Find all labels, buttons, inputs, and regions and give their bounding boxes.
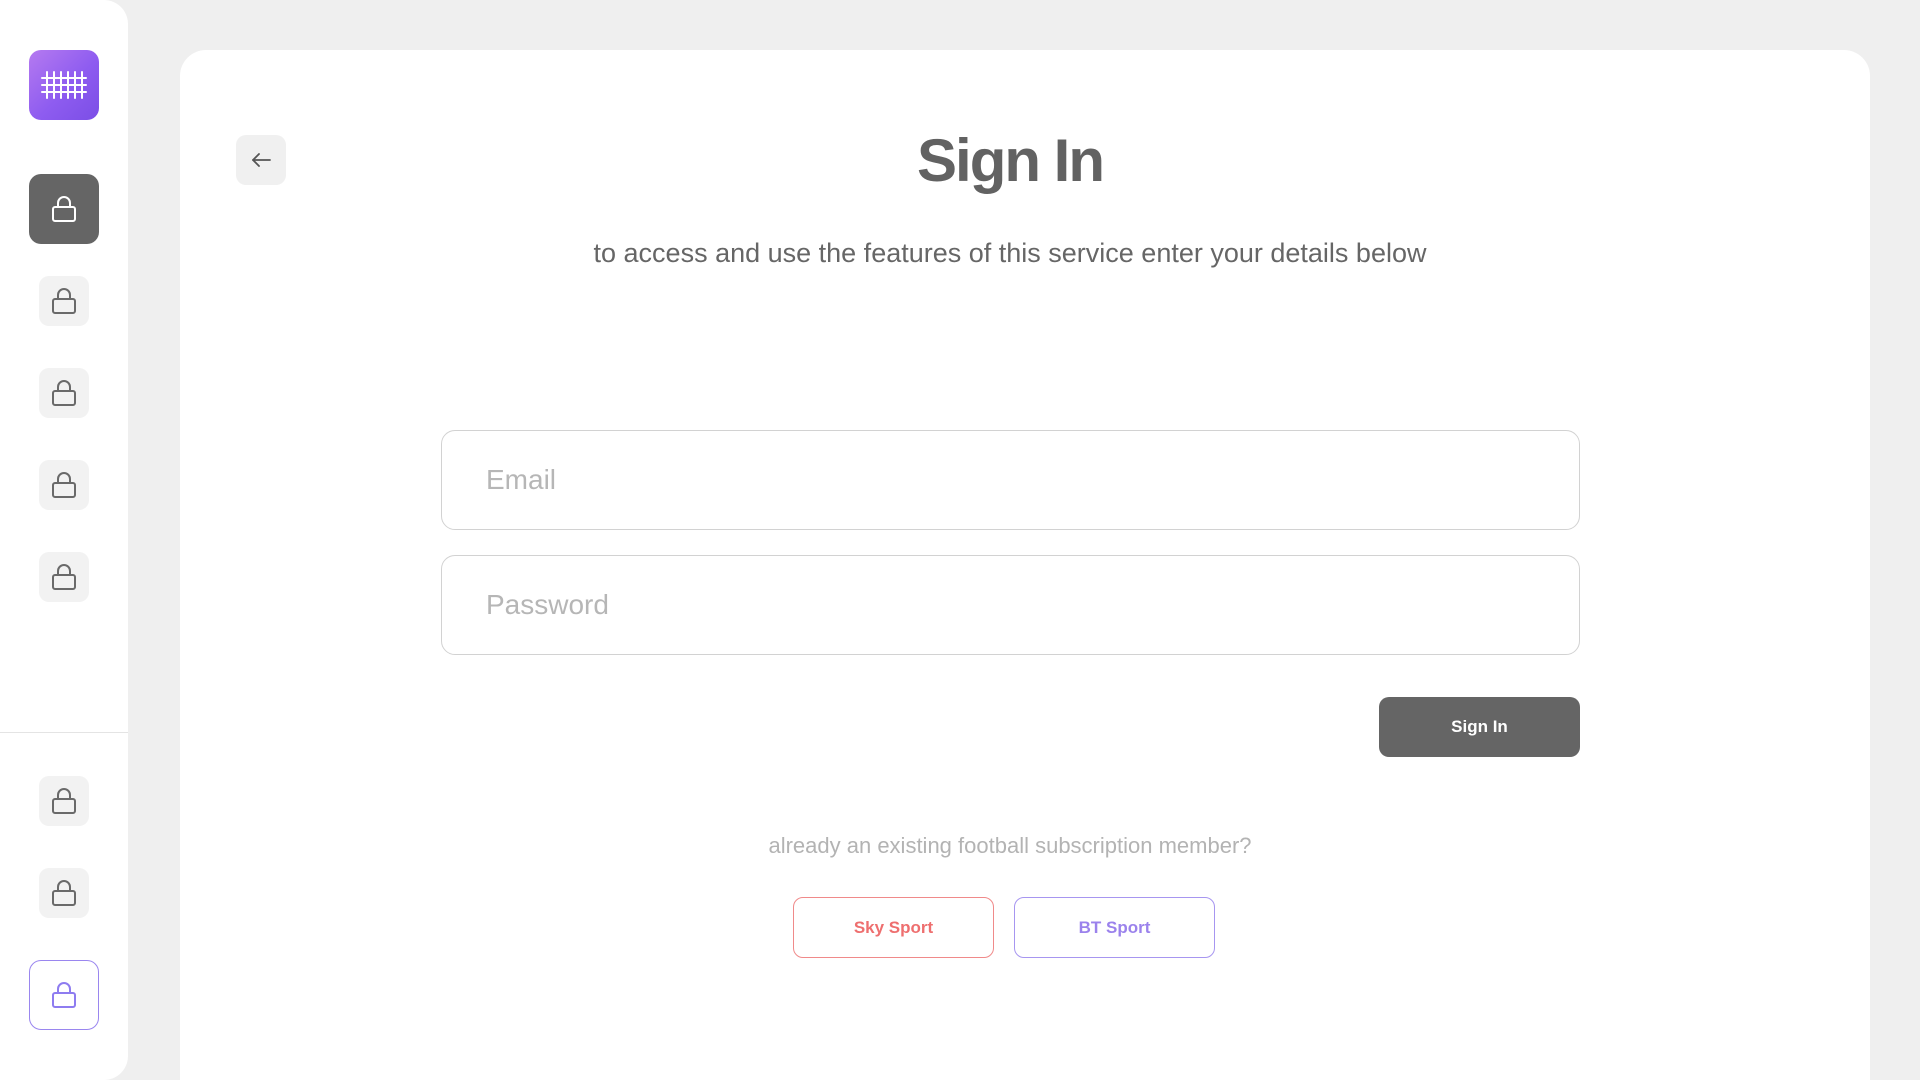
subscription-member-prompt: already an existing football subscriptio…	[768, 833, 1252, 858]
lock-icon	[52, 880, 76, 906]
sign-in-card: Sign In to access and use the features o…	[180, 50, 1870, 1080]
sidebar-item-4[interactable]	[39, 460, 89, 510]
sidebar-item-2[interactable]	[39, 276, 89, 326]
sidebar-bottom-item-1[interactable]	[39, 776, 89, 826]
lock-icon	[52, 288, 76, 314]
sidebar	[0, 0, 128, 1080]
lock-icon	[52, 196, 76, 222]
sidebar-divider	[0, 732, 128, 733]
password-field[interactable]	[441, 555, 1580, 655]
app-logo[interactable]	[29, 50, 99, 120]
page-title: Sign In	[917, 127, 1105, 194]
sidebar-item-3[interactable]	[39, 368, 89, 418]
lock-icon	[52, 380, 76, 406]
sidebar-bottom-item-2[interactable]	[39, 868, 89, 918]
sky-sport-button[interactable]: Sky Sport	[793, 897, 994, 958]
sidebar-item-1[interactable]	[29, 174, 99, 244]
lock-icon	[52, 982, 76, 1008]
lock-icon	[52, 788, 76, 814]
lock-icon	[52, 472, 76, 498]
sign-in-button[interactable]: Sign In	[1379, 697, 1580, 757]
lock-icon	[52, 564, 76, 590]
sidebar-item-5[interactable]	[39, 552, 89, 602]
page-subtitle: to access and use the features of this s…	[593, 238, 1427, 268]
email-field[interactable]	[441, 430, 1580, 530]
bt-sport-button[interactable]: BT Sport	[1014, 897, 1215, 958]
grid-pattern-icon	[41, 71, 87, 99]
sidebar-bottom-item-3[interactable]	[29, 960, 99, 1030]
